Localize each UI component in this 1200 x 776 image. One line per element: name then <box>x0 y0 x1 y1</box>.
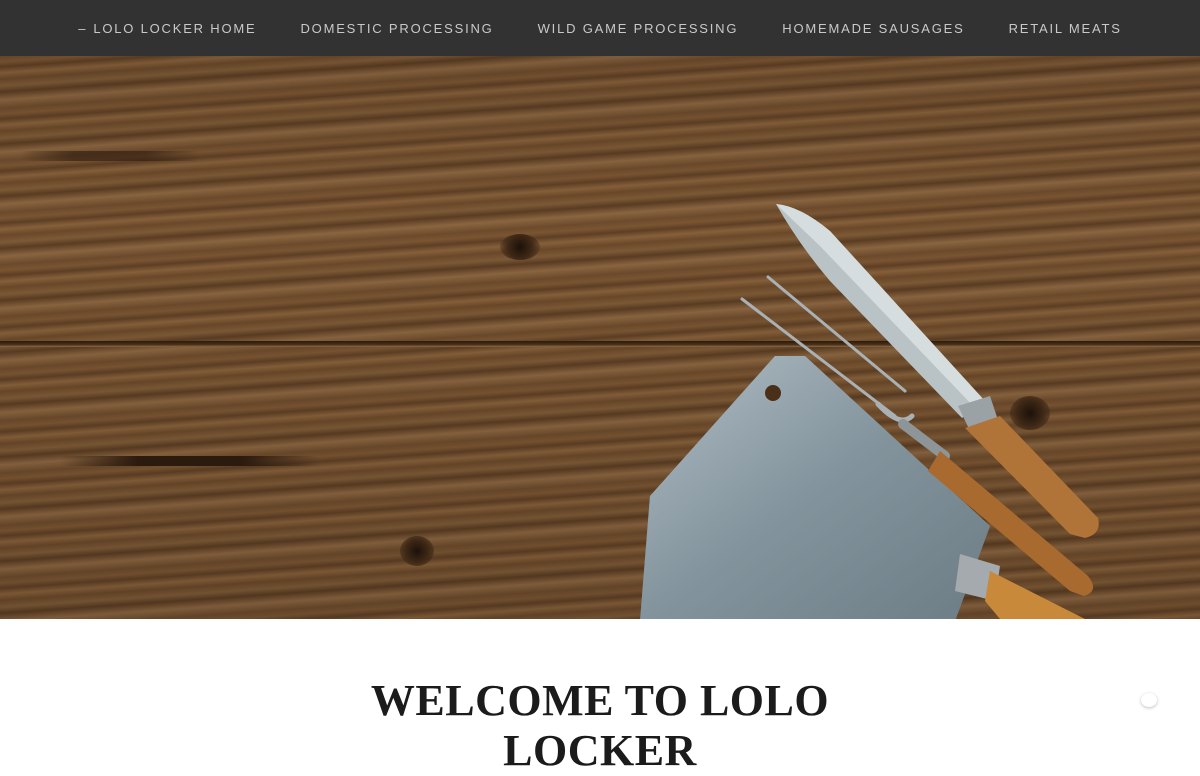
nav-item-domestic-processing[interactable]: DOMESTIC PROCESSING <box>278 21 515 36</box>
hero-banner-image <box>0 56 1200 619</box>
scroll-to-top-button[interactable] <box>1141 693 1157 707</box>
nav-item-home[interactable]: – LOLO LOCKER HOME <box>56 21 278 36</box>
title-line-1: WELCOME TO LOLO <box>370 676 830 725</box>
cleaver-icon <box>640 356 1085 619</box>
title-line-2: LOCKER <box>503 726 697 775</box>
nav-item-label: WILD GAME PROCESSING <box>537 20 739 36</box>
nav-menu: – LOLO LOCKER HOME DOMESTIC PROCESSING WI… <box>56 21 1143 36</box>
nav-item-label: HOMEMADE SAUSAGES <box>782 20 965 36</box>
nav-item-label: LOLO LOCKER HOME <box>93 20 257 36</box>
top-navigation: – LOLO LOCKER HOME DOMESTIC PROCESSING WI… <box>0 0 1200 56</box>
nav-item-retail-meats[interactable]: RETAIL MEATS <box>987 21 1144 36</box>
nav-item-label: DOMESTIC PROCESSING <box>300 20 494 36</box>
butcher-tools-illustration <box>640 204 1099 619</box>
nav-item-label: RETAIL MEATS <box>1008 20 1122 36</box>
active-indicator: – <box>78 20 88 36</box>
nav-item-homemade-sausages[interactable]: HOMEMADE SAUSAGES <box>760 21 986 36</box>
page-title: WELCOME TO LOLO LOCKER <box>0 676 1200 776</box>
nav-item-wild-game-processing[interactable]: WILD GAME PROCESSING <box>516 21 761 36</box>
